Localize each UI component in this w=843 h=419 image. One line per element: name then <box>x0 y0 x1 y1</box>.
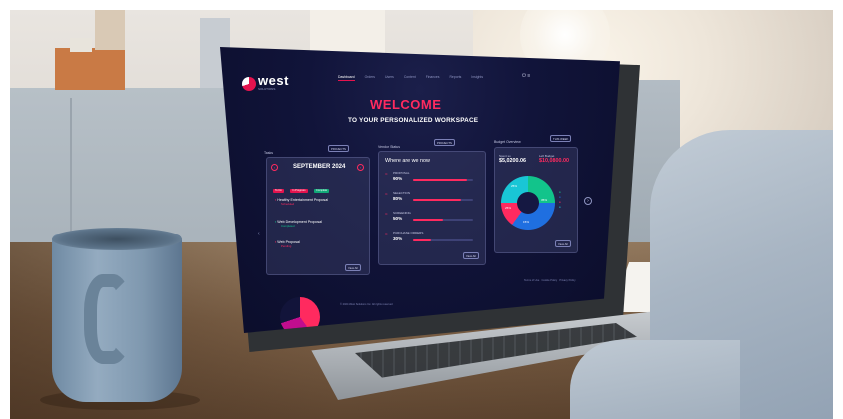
stage-icon: ⊙ <box>385 232 388 236</box>
stage-label-2: SELECTION <box>393 191 411 195</box>
nav-item-users[interactable]: Users <box>385 75 394 81</box>
brand-name: west <box>258 73 289 88</box>
budget-filter-dropdown[interactable]: THIS WEEK <box>550 135 572 142</box>
slice-label-3: 15% <box>523 220 530 224</box>
nav-item-insights[interactable]: Insights <box>471 75 483 81</box>
stage-value-2: 80% <box>393 196 403 201</box>
budget-view-all-button[interactable]: View All <box>555 240 571 247</box>
legend-dot-icon: ● <box>559 195 561 199</box>
task-item-2[interactable]: ▪ Web Development Proposal Completed <box>275 220 322 228</box>
stage-progress-4 <box>413 239 473 241</box>
tasks-label: Tasks <box>264 151 273 155</box>
footer-link-terms[interactable]: Terms of Use <box>524 279 539 282</box>
vendor-status-label: Vendor Status <box>378 145 400 149</box>
slice-label-1: 25% <box>511 184 518 188</box>
shelf-object <box>95 10 125 50</box>
welcome-title: WELCOME <box>370 97 442 112</box>
donut-legend: ● ● ● ● <box>559 190 561 210</box>
prev-month-icon[interactable]: ‹ <box>271 164 278 171</box>
cabinet-door-line <box>70 98 72 248</box>
orange-box <box>55 48 125 90</box>
tasks-filter-dropdown[interactable]: PROJECTS <box>328 145 349 152</box>
person-arm <box>570 340 740 419</box>
stage-icon: ⊙ <box>385 172 388 176</box>
welcome-subtitle: TO YOUR PERSONALIZED WORKSPACE <box>348 117 479 124</box>
nav-item-finances[interactable]: Finances <box>426 75 440 81</box>
stage-label-4: PURCHASE ORDERS <box>393 231 424 235</box>
slice-label-2: 35% <box>541 198 548 202</box>
stage-value-1: 90% <box>393 176 403 181</box>
where-card: Where are we now ⊙ PROPOSAL 90% ⊙ SELECT… <box>378 151 486 265</box>
brand-logo-icon <box>242 77 256 91</box>
stage-value-3: 50% <box>393 216 403 221</box>
tag-todo[interactable]: To Do <box>273 188 284 193</box>
stage-icon: ⊙ <box>385 192 388 196</box>
stage-progress-fill-2 <box>413 199 461 201</box>
stage-label-1: PROPOSAL <box>393 171 410 175</box>
stage-icon: ⊙ <box>385 212 388 216</box>
nav-item-orders[interactable]: Orders <box>365 75 375 81</box>
stage-value-4: 30% <box>393 236 403 241</box>
stage-progress-3 <box>413 219 473 221</box>
laptop-screen: west SOLUTIONS Dashboard Orders Users Co… <box>220 47 620 333</box>
next-month-icon[interactable]: › <box>357 164 364 171</box>
tasks-view-all-button[interactable]: View All <box>345 264 361 271</box>
legend-dot-icon: ● <box>559 190 561 194</box>
stage-label-3: SCREENING <box>393 211 411 215</box>
carousel-prev-icon[interactable]: ‹ <box>258 231 260 237</box>
user-menu-icon[interactable]: ⏻ ≡ <box>522 73 530 79</box>
carousel-next-icon[interactable]: › <box>584 197 592 205</box>
stage-progress-fill-1 <box>413 179 467 181</box>
task-tags: To Do In Progress Complete <box>273 178 331 196</box>
tag-complete[interactable]: Complete <box>313 188 330 193</box>
nav-item-dashboard[interactable]: Dashboard <box>338 75 355 81</box>
tasks-card: ‹ SEPTEMBER 2024 › To Do In Progress Com… <box>266 157 370 275</box>
tag-in-progress[interactable]: In Progress <box>290 188 308 193</box>
mug-handle <box>84 274 132 364</box>
stage-progress-1 <box>413 179 473 181</box>
left-budget-value: $10,0800.00 <box>539 158 569 164</box>
background-cabinet <box>10 88 245 248</box>
task-item-3[interactable]: ▪ Web Proposal Pending <box>275 240 300 248</box>
white-box <box>70 38 92 52</box>
stage-progress-2 <box>413 199 473 201</box>
budget-card: Spent so $5,0200.06 Left Budget $10,0800… <box>494 147 578 253</box>
mug-rim <box>52 228 182 250</box>
footer-links: Terms of Use Cookie Policy Privacy Polic… <box>524 279 576 282</box>
footer-link-cookies[interactable]: Cookie Policy <box>541 279 557 282</box>
legend-dot-icon: ● <box>559 205 561 209</box>
legend-dot-icon: ● <box>559 200 561 204</box>
donut-center <box>517 192 539 214</box>
stage-progress-fill-3 <box>413 219 443 221</box>
where-view-all-button[interactable]: View All <box>463 252 479 259</box>
spent-value: $5,0200.06 <box>499 158 526 164</box>
nav-item-content[interactable]: Content <box>404 75 416 81</box>
footer-copyright: © 2024 West Solutions Inc. All rights re… <box>340 303 393 306</box>
budget-label: Budget Overview <box>494 140 521 144</box>
task-item-1[interactable]: ▪ Healthy Entertainment Proposal Schedul… <box>275 198 328 206</box>
top-nav: Dashboard Orders Users Content Finances … <box>338 75 483 81</box>
tasks-month: SEPTEMBER 2024 <box>293 164 346 170</box>
where-title: Where are we now <box>385 158 430 164</box>
nav-item-reports[interactable]: Reports <box>449 75 461 81</box>
stage-progress-fill-4 <box>413 239 431 241</box>
where-filter-dropdown[interactable]: PROJECTS <box>434 139 455 146</box>
slice-label-4: 25% <box>505 206 512 210</box>
footer-link-privacy[interactable]: Privacy Policy <box>559 279 575 282</box>
brand-subtitle: SOLUTIONS <box>258 87 276 91</box>
